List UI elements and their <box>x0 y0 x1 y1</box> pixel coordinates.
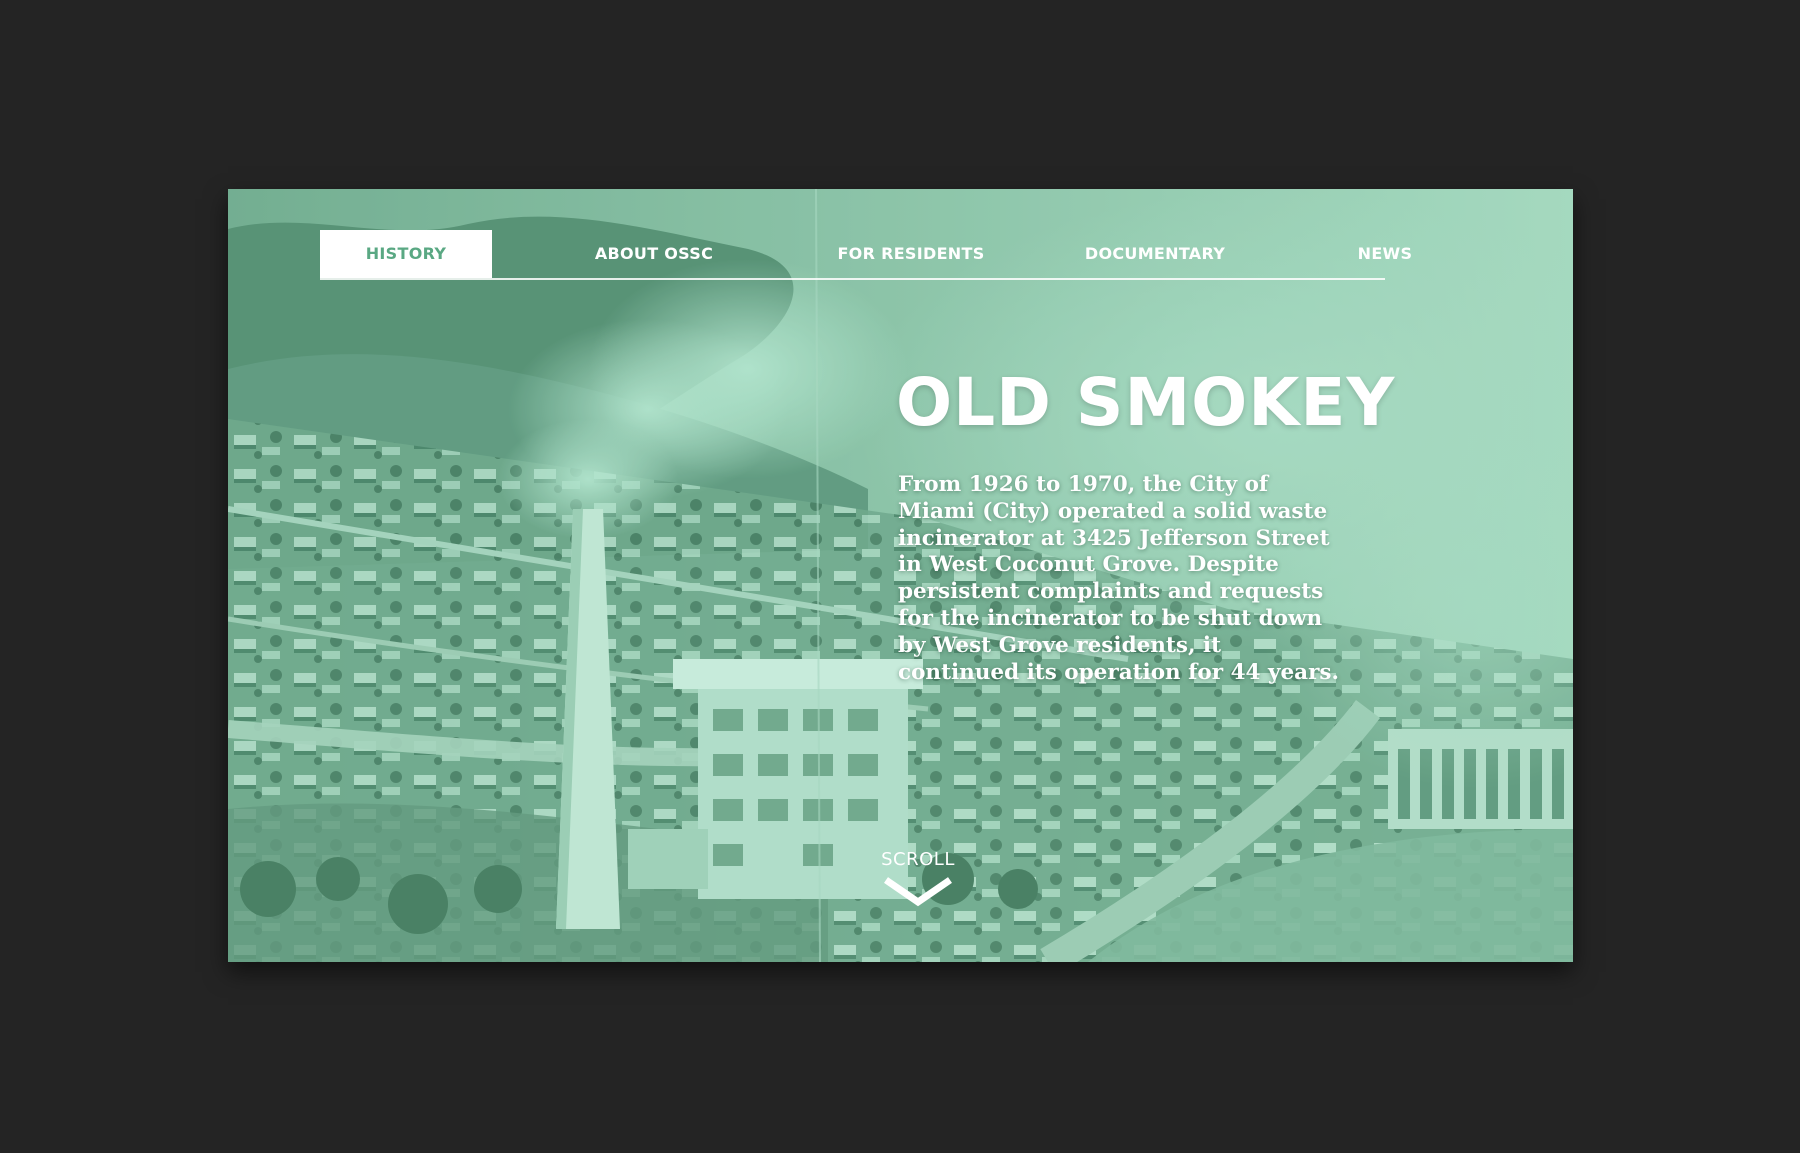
scroll-button[interactable]: SCROLL <box>848 849 988 908</box>
scroll-label: SCROLL <box>881 849 955 870</box>
nav-item-documentary[interactable]: DOCUMENTARY <box>1060 230 1250 278</box>
intro-paragraph: From 1926 to 1970, the City of Miami (Ci… <box>898 472 1340 685</box>
nav-item-about-ossc[interactable]: ABOUT OSSC <box>564 230 744 278</box>
nav-item-for-residents[interactable]: FOR RESIDENTS <box>811 230 1011 278</box>
nav-item-history[interactable]: HISTORY <box>320 230 492 278</box>
nav-underline <box>320 278 1385 280</box>
hero-section: HISTORY ABOUT OSSC FOR RESIDENTS DOCUMEN… <box>228 189 1573 962</box>
chevron-down-icon <box>884 877 952 907</box>
page-title: OLD SMOKEY <box>896 364 1396 441</box>
nav-item-news[interactable]: NEWS <box>1320 230 1450 278</box>
